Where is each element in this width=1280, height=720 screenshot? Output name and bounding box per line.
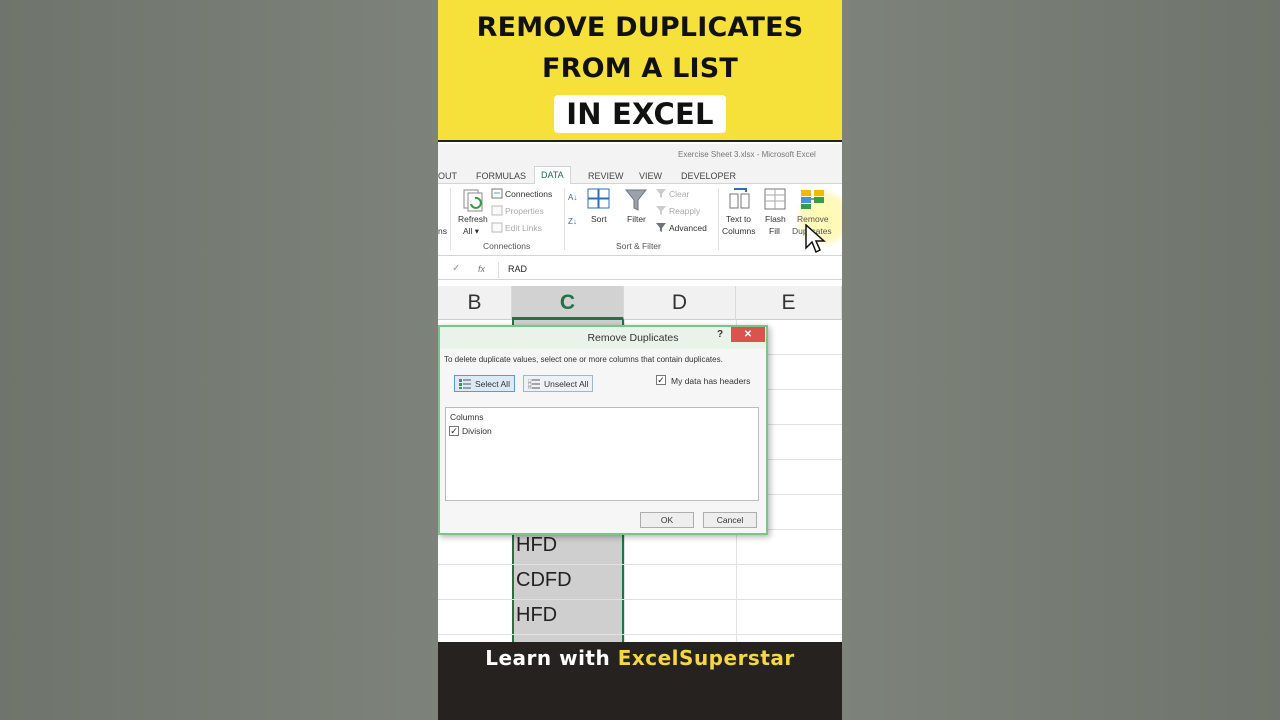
tab-view[interactable]: VIEW — [639, 168, 662, 184]
reapply-button[interactable]: Reapply — [669, 206, 700, 216]
remove-label[interactable]: Remove — [797, 214, 829, 224]
footer-text: Learn with ExcelSuperstar — [438, 646, 842, 670]
advanced-button[interactable]: Advanced — [669, 223, 707, 233]
cell-c-hfd-2[interactable]: HFD — [516, 604, 557, 627]
grid-line — [438, 599, 842, 600]
sort-icon[interactable] — [587, 188, 611, 210]
tab-layout[interactable]: OUT — [438, 168, 457, 184]
filter-button[interactable]: Filter — [627, 214, 646, 224]
sort-filter-group-label: Sort & Filter — [616, 241, 661, 251]
grid-line — [438, 564, 842, 565]
filter-icon[interactable] — [625, 188, 647, 212]
remove-duplicates-dialog: Remove Duplicates ? ✕ To delete duplicat… — [438, 325, 768, 535]
footer-brand: ExcelSuperstar — [617, 646, 795, 670]
excel-window: Exercise Sheet 3.xlsx - Microsoft Excel … — [438, 144, 842, 642]
footer-bar: Learn with ExcelSuperstar — [438, 642, 842, 720]
formula-divider — [498, 262, 499, 278]
advanced-filter-icon — [656, 223, 666, 232]
column-header-c[interactable]: C — [512, 286, 624, 320]
edit-links-icon — [491, 222, 503, 233]
group-separator — [564, 188, 565, 250]
help-icon[interactable]: ? — [717, 329, 723, 340]
column-header-d[interactable]: D — [624, 286, 736, 320]
text-to-label[interactable]: Text to — [726, 214, 751, 224]
svg-text:Z↓: Z↓ — [568, 217, 577, 226]
ribbon: ns Refresh All ▾ Connections Properties … — [438, 184, 842, 256]
properties-button[interactable]: Properties — [505, 206, 544, 216]
connections-group-label: Connections — [483, 241, 531, 251]
column-checkbox-division[interactable]: ✓ — [449, 426, 459, 436]
tab-review[interactable]: REVIEW — [588, 168, 624, 184]
left-background — [0, 0, 438, 720]
refresh-all-label[interactable]: All ▾ — [463, 226, 479, 237]
refresh-all-icon[interactable] — [462, 188, 484, 212]
columns-label[interactable]: Columns — [722, 226, 756, 236]
column-label-division[interactable]: Division — [462, 426, 492, 436]
select-all-label: Select All — [475, 379, 510, 389]
ribbon-tabs: OUT FORMULAS DATA REVIEW VIEW DEVELOPER — [438, 164, 842, 185]
grid-line — [438, 634, 842, 635]
mouse-cursor-icon — [805, 224, 826, 254]
headers-checkbox-label[interactable]: My data has headers — [671, 376, 750, 386]
properties-icon — [491, 205, 503, 216]
columns-list-header: Columns — [450, 412, 484, 422]
remove-duplicates-icon[interactable] — [800, 188, 826, 210]
edit-links-button[interactable]: Edit Links — [505, 223, 542, 233]
title-banner: REMOVE DUPLICATES FROM A LIST IN EXCEL — [438, 0, 842, 142]
clear-button[interactable]: Clear — [669, 189, 689, 199]
sort-button[interactable]: Sort — [591, 214, 607, 224]
cell-c-hfd[interactable]: HFD — [516, 534, 557, 557]
insert-function-icon[interactable]: fx — [478, 264, 485, 274]
title-line-3: IN EXCEL — [554, 95, 726, 133]
tab-formulas[interactable]: FORMULAS — [476, 168, 526, 184]
columns-list: Columns ✓ Division — [445, 407, 759, 501]
workbook-title: Exercise Sheet 3.xlsx - Microsoft Excel — [678, 150, 816, 159]
title-line-1: REMOVE DUPLICATES — [476, 12, 804, 43]
cell-c-cdfd[interactable]: CDFD — [516, 569, 572, 592]
unselect-all-button[interactable]: Unselect All — [523, 375, 594, 392]
video-frame: REMOVE DUPLICATES FROM A LIST IN EXCEL E… — [438, 0, 842, 720]
clear-filter-icon — [656, 189, 666, 198]
reapply-icon — [656, 206, 666, 215]
select-all-icon — [459, 379, 471, 389]
tab-developer[interactable]: DEVELOPER — [681, 168, 736, 184]
ok-button[interactable]: OK — [640, 512, 694, 528]
headers-checkbox[interactable]: ✓ — [656, 375, 666, 385]
dialog-instruction: To delete duplicate values, select one o… — [444, 355, 723, 364]
tab-data[interactable]: DATA — [534, 166, 571, 185]
refresh-label[interactable]: Refresh — [458, 214, 488, 224]
formula-bar: ✓ fx RAD — [438, 260, 842, 280]
excel-title-bar: Exercise Sheet 3.xlsx - Microsoft Excel — [438, 144, 842, 164]
column-header-e[interactable]: E — [736, 286, 842, 320]
flash-label[interactable]: Flash — [765, 214, 786, 224]
text-to-columns-icon[interactable] — [728, 188, 752, 210]
select-all-button[interactable]: Select All — [454, 375, 515, 392]
unselect-all-icon — [528, 379, 540, 389]
column-header-b[interactable]: B — [438, 286, 512, 320]
right-background — [842, 0, 1280, 720]
formula-input[interactable]: RAD — [508, 264, 527, 274]
footer-prefix: Learn with — [485, 646, 618, 670]
partial-button-label: ns — [438, 226, 447, 236]
cancel-button[interactable]: Cancel — [703, 512, 757, 528]
connections-button[interactable]: Connections — [505, 189, 552, 199]
unselect-all-label: Unselect All — [544, 379, 589, 389]
fill-label[interactable]: Fill — [769, 226, 780, 236]
enter-check-icon[interactable]: ✓ — [452, 263, 460, 274]
connections-icon — [491, 188, 503, 199]
group-separator — [718, 188, 719, 250]
svg-text:A↓: A↓ — [568, 193, 577, 202]
sort-az-icon[interactable]: A↓ Z↓ — [568, 190, 582, 230]
title-line-2: FROM A LIST — [541, 53, 739, 84]
group-separator — [450, 188, 451, 250]
flash-fill-icon[interactable] — [764, 188, 786, 210]
dialog-body: To delete duplicate values, select one o… — [440, 349, 766, 533]
close-button[interactable]: ✕ — [731, 327, 765, 342]
